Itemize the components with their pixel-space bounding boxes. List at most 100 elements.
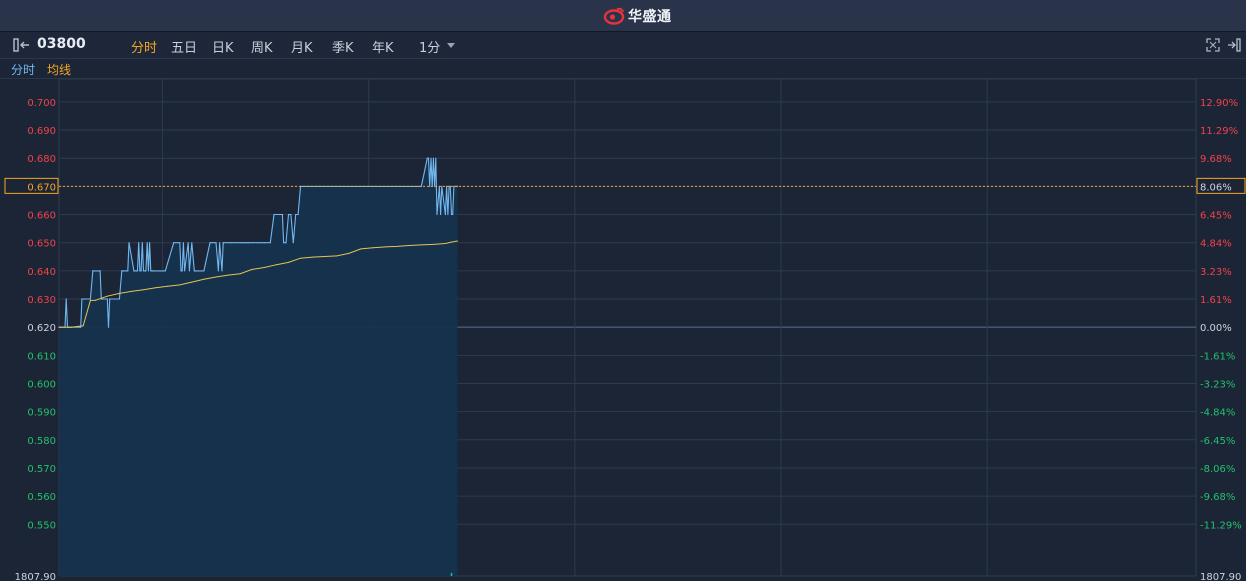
average-point [432, 243, 434, 245]
price-point [430, 157, 432, 159]
average-point [179, 284, 181, 286]
price-point [182, 242, 184, 244]
price-point [173, 242, 175, 244]
price-tick-label: 0.660 [27, 211, 56, 222]
price-point [217, 270, 219, 272]
price-point [179, 242, 181, 244]
price-point [147, 270, 149, 272]
price-point [144, 270, 146, 272]
price-point [106, 298, 108, 300]
price-point [222, 242, 224, 244]
price-tick-label: 0.670 [27, 182, 56, 193]
price-point [80, 326, 82, 328]
price-point [83, 298, 85, 300]
pct-tick-label: -3.23% [1200, 379, 1235, 390]
price-point [121, 270, 123, 272]
average-point [275, 264, 277, 266]
price-tick-label: 0.640 [27, 267, 56, 278]
price-point [109, 298, 111, 300]
price-point [257, 242, 259, 244]
tab-daily-k[interactable]: 日K [212, 37, 234, 56]
average-point [444, 243, 446, 244]
price-area [59, 158, 458, 576]
collapse-right-icon[interactable] [1227, 38, 1241, 52]
price-point [287, 213, 290, 216]
average-point [203, 278, 205, 280]
average-point [227, 274, 229, 276]
pct-tick-label: 1.61% [1200, 295, 1232, 306]
pct-tick-label: 0.00% [1200, 323, 1232, 334]
chevron-down-icon[interactable] [447, 43, 455, 48]
legend-average: 均线 [47, 63, 72, 77]
average-point [451, 241, 452, 243]
price-point [145, 270, 147, 272]
price-point [281, 213, 283, 216]
tab-monthly-k[interactable]: 月K [291, 37, 313, 56]
price-point [82, 298, 84, 300]
price-point [187, 242, 189, 244]
pct-tick-label: -6.45% [1200, 436, 1235, 447]
price-point [251, 242, 253, 244]
tab-weekly-k[interactable]: 周K [251, 37, 273, 56]
price-tick-label: 0.650 [27, 239, 56, 250]
average-point [396, 245, 398, 247]
price-point [191, 242, 193, 244]
average-point [106, 295, 108, 297]
price-tick-label: 0.680 [27, 154, 56, 165]
price-point [429, 185, 431, 187]
brand: 华盛通 [603, 6, 672, 26]
stock-code: 03800 [37, 36, 86, 52]
price-point [128, 242, 130, 244]
average-point [118, 292, 120, 294]
price-point [124, 270, 126, 272]
average-point [324, 256, 326, 257]
app-window: 华盛通 03800 分时 五日 日K 周K 月K 季K 年K 1分 分时 均线 [0, 0, 1246, 581]
price-point [184, 270, 186, 272]
price-point [65, 298, 67, 300]
average-point [94, 299, 96, 301]
price-point [441, 185, 443, 187]
average-point [360, 248, 362, 250]
average-point [215, 276, 217, 278]
average-point [143, 289, 144, 291]
intraday-chart[interactable]: 0.700 12.90% 0.690 11.29% 0.680 9.68% 0.670 8.0… [0, 79, 1246, 581]
pct-tick-label: -4.84% [1200, 408, 1235, 419]
price-point [127, 270, 129, 272]
price-point [242, 242, 244, 244]
tab-quarterly-k[interactable]: 季K [332, 37, 354, 56]
price-point [180, 270, 182, 272]
pct-tick-label: -11.29% [1200, 520, 1242, 531]
price-point [290, 213, 292, 216]
tab-yearly-k[interactable]: 年K [372, 37, 394, 56]
price-point [447, 213, 449, 216]
pct-tick-label: 11.29% [1200, 126, 1238, 137]
average-point [300, 257, 301, 259]
price-tick-label: 0.600 [27, 379, 56, 390]
average-point [239, 273, 241, 275]
price-point [219, 242, 221, 244]
price-point [269, 242, 271, 244]
price-point [245, 242, 247, 244]
price-point [239, 242, 241, 244]
price-point [92, 270, 94, 272]
average-point [167, 285, 169, 287]
average-point [58, 326, 60, 328]
price-point [138, 242, 140, 244]
price-point [248, 242, 250, 244]
tab-intraday[interactable]: 分时 [131, 37, 157, 56]
interval-dropdown[interactable]: 1分 [419, 37, 440, 56]
brand-name: 华盛通 [628, 9, 672, 25]
price-point [295, 213, 297, 216]
price-point [444, 213, 446, 216]
chart-series [58, 157, 1196, 576]
price-point [440, 213, 442, 216]
price-point [221, 270, 223, 272]
price-point [297, 213, 299, 216]
volume-axis-left-label: 1807.90 [15, 572, 56, 581]
fullscreen-icon[interactable] [1206, 38, 1220, 52]
tab-five-day[interactable]: 五日 [171, 37, 197, 56]
average-point [131, 290, 132, 292]
collapse-left-icon[interactable] [13, 38, 31, 52]
brand-logo-icon [603, 7, 625, 25]
price-point [193, 270, 195, 272]
